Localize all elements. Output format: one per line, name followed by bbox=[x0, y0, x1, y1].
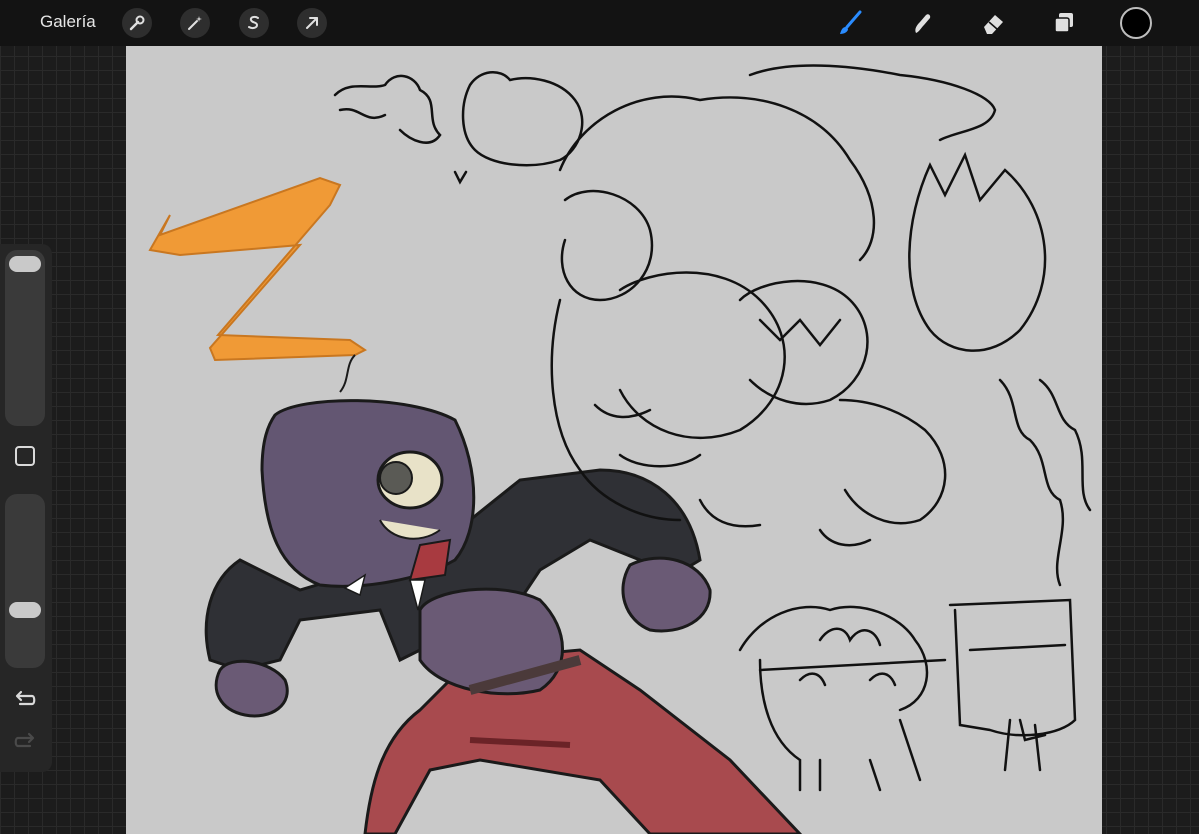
opacity-slider[interactable] bbox=[5, 494, 45, 668]
top-toolbar: Galería bbox=[0, 0, 1199, 46]
redo-icon[interactable] bbox=[12, 732, 38, 754]
left-sidebar bbox=[0, 244, 52, 772]
artwork bbox=[148, 64, 1092, 834]
eraser-tool[interactable] bbox=[978, 8, 1008, 38]
character-left-fist bbox=[214, 659, 289, 718]
transform-arrow-icon bbox=[306, 17, 318, 29]
undo-icon[interactable] bbox=[12, 690, 38, 712]
drawing-canvas[interactable] bbox=[126, 46, 1102, 834]
actions-button[interactable] bbox=[122, 8, 152, 38]
gallery-button[interactable]: Galería bbox=[40, 12, 96, 32]
layers-icon bbox=[1054, 13, 1073, 33]
opacity-thumb[interactable] bbox=[9, 602, 41, 618]
brush-size-thumb[interactable] bbox=[9, 256, 41, 272]
eraser-icon bbox=[984, 15, 1003, 34]
modifier-square-icon[interactable] bbox=[15, 446, 35, 466]
character-torso bbox=[418, 587, 564, 696]
color-picker-button[interactable] bbox=[1120, 7, 1152, 39]
wrench-icon bbox=[129, 15, 145, 31]
brush-icon bbox=[840, 10, 862, 34]
adjustments-button[interactable] bbox=[180, 8, 210, 38]
selection-s-icon bbox=[248, 15, 259, 30]
orange-z-stroke bbox=[148, 176, 367, 362]
character-pants bbox=[363, 648, 803, 834]
transform-button[interactable] bbox=[297, 8, 327, 38]
smudge-tool[interactable] bbox=[907, 8, 937, 38]
character-right-fist bbox=[621, 556, 712, 633]
magic-wand-icon bbox=[188, 16, 202, 30]
layers-button[interactable] bbox=[1049, 8, 1079, 38]
smudge-icon bbox=[915, 14, 931, 33]
brush-tool[interactable] bbox=[835, 8, 865, 38]
brush-size-slider[interactable] bbox=[5, 250, 45, 426]
selection-button[interactable] bbox=[239, 8, 269, 38]
